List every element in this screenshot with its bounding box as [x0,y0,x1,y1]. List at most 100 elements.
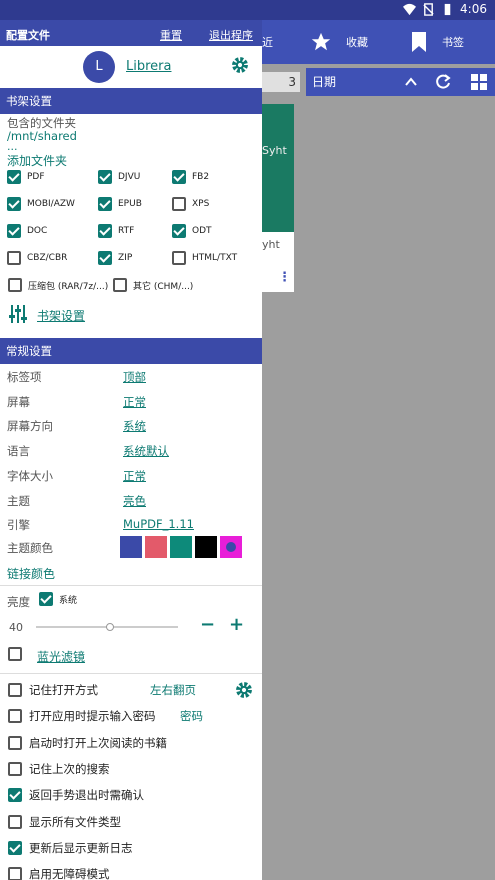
brightness-decrease-button[interactable]: − [200,614,215,635]
filetype-checkbox[interactable]: ODT [172,224,212,238]
sort-dropdown[interactable]: 日期 [306,68,495,96]
slider-thumb[interactable] [105,623,114,631]
link-color-link[interactable]: 链接颜色 [7,565,55,582]
setting-value-link[interactable]: 顶部 [123,369,146,385]
filetype-label: EPUB [118,199,142,209]
filetype-checkbox[interactable]: HTML/TXT [172,251,237,265]
checkbox-unchecked[interactable] [8,278,22,292]
setting-value-link[interactable]: 正常 [123,394,146,410]
option-row[interactable]: 记住上次的搜索 [8,761,110,777]
checkbox-unchecked[interactable] [8,735,22,750]
checkbox-unchecked[interactable] [8,709,22,724]
filetype-checkbox[interactable]: MOBI/AZW [7,197,75,211]
filetype-checkbox[interactable]: PDF [7,170,45,184]
option-label: 打开应用时提示输入密码 [29,709,156,724]
checkbox-checked[interactable] [7,224,21,238]
checkbox-checked[interactable] [98,251,112,265]
avatar[interactable]: L [83,51,115,83]
book-card[interactable]: Syht yht ⋮ [262,104,294,292]
tab-recent[interactable]: 近 [262,20,273,64]
gear-icon[interactable] [230,55,250,75]
option-row[interactable]: 记住打开方式 [8,682,98,698]
checkbox-unchecked[interactable] [8,867,22,880]
checkbox-checked[interactable] [98,197,112,211]
tab-bookmarks-label: 书签 [442,36,464,49]
selected-indicator [226,542,236,552]
checkbox-checked[interactable] [7,170,21,184]
option-row[interactable]: 返回手势退出时需确认 [8,787,144,803]
checkbox-checked[interactable] [98,224,112,238]
setting-value-link[interactable]: MuPDF_1.11 [123,517,194,531]
filetype-label: PDF [27,172,45,182]
option-row[interactable]: 显示所有文件类型 [8,814,121,830]
setting-label: 引擎 [7,518,30,533]
filetype-checkbox[interactable]: DOC [7,224,47,238]
tab-favorites[interactable]: 收藏 [310,20,368,64]
brightness-system-checkbox[interactable]: 系统 [39,592,77,606]
filetype-checkbox[interactable]: RTF [98,224,134,238]
brightness-slider[interactable] [36,623,178,631]
option-extra-link[interactable]: 左右翻页 [150,682,196,698]
checkbox-checked[interactable] [172,224,186,238]
setting-value-link[interactable]: 系统默认 [123,443,169,459]
filetype-label: HTML/TXT [192,253,238,263]
refresh-icon[interactable] [434,73,452,91]
option-row[interactable]: 更新后显示更新日志 [8,840,133,856]
checkbox-unchecked[interactable] [8,647,22,661]
filetype-checkbox[interactable]: FB2 [172,170,209,184]
checkbox-checked[interactable] [39,592,53,606]
option-row[interactable]: 启动时打开上次阅读的书籍 [8,735,167,751]
filetype-label: RTF [118,226,135,236]
theme-color-swatch[interactable] [145,536,167,558]
theme-color-swatch[interactable] [120,536,142,558]
filetype-checkbox[interactable]: XPS [172,197,209,211]
filetype-checkbox[interactable]: DJVU [98,170,140,184]
checkbox-checked[interactable] [8,840,22,855]
checkbox-unchecked[interactable] [172,197,186,211]
checkbox-unchecked[interactable] [172,251,186,265]
checkbox-unchecked[interactable] [113,278,127,292]
theme-color-swatch[interactable] [220,536,242,558]
profile-name[interactable]: Librera [126,59,171,74]
setting-value-link[interactable]: 亮色 [123,493,146,509]
checkbox-checked[interactable] [7,197,21,211]
setting-value-link[interactable]: 系统 [123,418,146,434]
gear-icon[interactable] [234,680,254,700]
theme-color-swatch[interactable] [170,536,192,558]
grid-view-icon[interactable] [470,73,488,91]
theme-color-swatch[interactable] [195,536,217,558]
checkbox-checked[interactable] [8,788,22,803]
library-settings-link[interactable]: 书架设置 [37,307,85,324]
filetype-checkbox[interactable]: 其它 (CHM/...) [113,278,193,292]
exit-button[interactable]: 退出程序 [209,27,253,43]
option-extra-link[interactable]: 密码 [180,708,203,724]
checkbox-unchecked[interactable] [8,683,22,697]
book-menu-icon[interactable]: ⋮ [278,270,291,285]
option-row[interactable]: 打开应用时提示输入密码 [8,708,156,724]
bookmark-icon [412,32,426,52]
book-cover: Syht [262,104,294,232]
add-folder-link[interactable]: 添加文件夹 [7,152,67,169]
filetype-checkbox[interactable]: EPUB [98,197,142,211]
filetype-checkbox[interactable]: CBZ/CBR [7,251,67,265]
checkbox-unchecked[interactable] [8,761,22,776]
option-row[interactable]: 启用无障碍模式 [8,866,110,880]
filetype-checkbox[interactable]: ZIP [98,251,132,265]
setting-label: 主题 [7,493,30,508]
checkbox-unchecked[interactable] [8,814,22,829]
checkbox-checked[interactable] [172,170,186,184]
blue-filter-link[interactable]: 蓝光滤镜 [37,648,85,665]
blue-filter-checkbox[interactable] [8,647,22,661]
brightness-increase-button[interactable]: + [229,614,244,635]
library-settings: 包含的文件夹 /mnt/shared ... 添加文件夹 PDF DJVU FB2 M… [0,114,262,338]
checkbox-checked[interactable] [98,170,112,184]
reset-button[interactable]: 重置 [160,27,182,43]
filetype-checkbox[interactable]: 压缩包 (RAR/7z/...) [8,278,108,292]
filetype-label: DJVU [118,172,141,182]
tab-bookmarks[interactable]: 书签 [410,20,464,64]
setting-value-link[interactable]: 正常 [123,468,146,484]
checkbox-unchecked[interactable] [7,251,21,265]
tab-recent-label: 近 [262,36,273,49]
chevron-up-icon[interactable] [404,75,418,89]
book-cover-title: Syht [262,144,287,157]
